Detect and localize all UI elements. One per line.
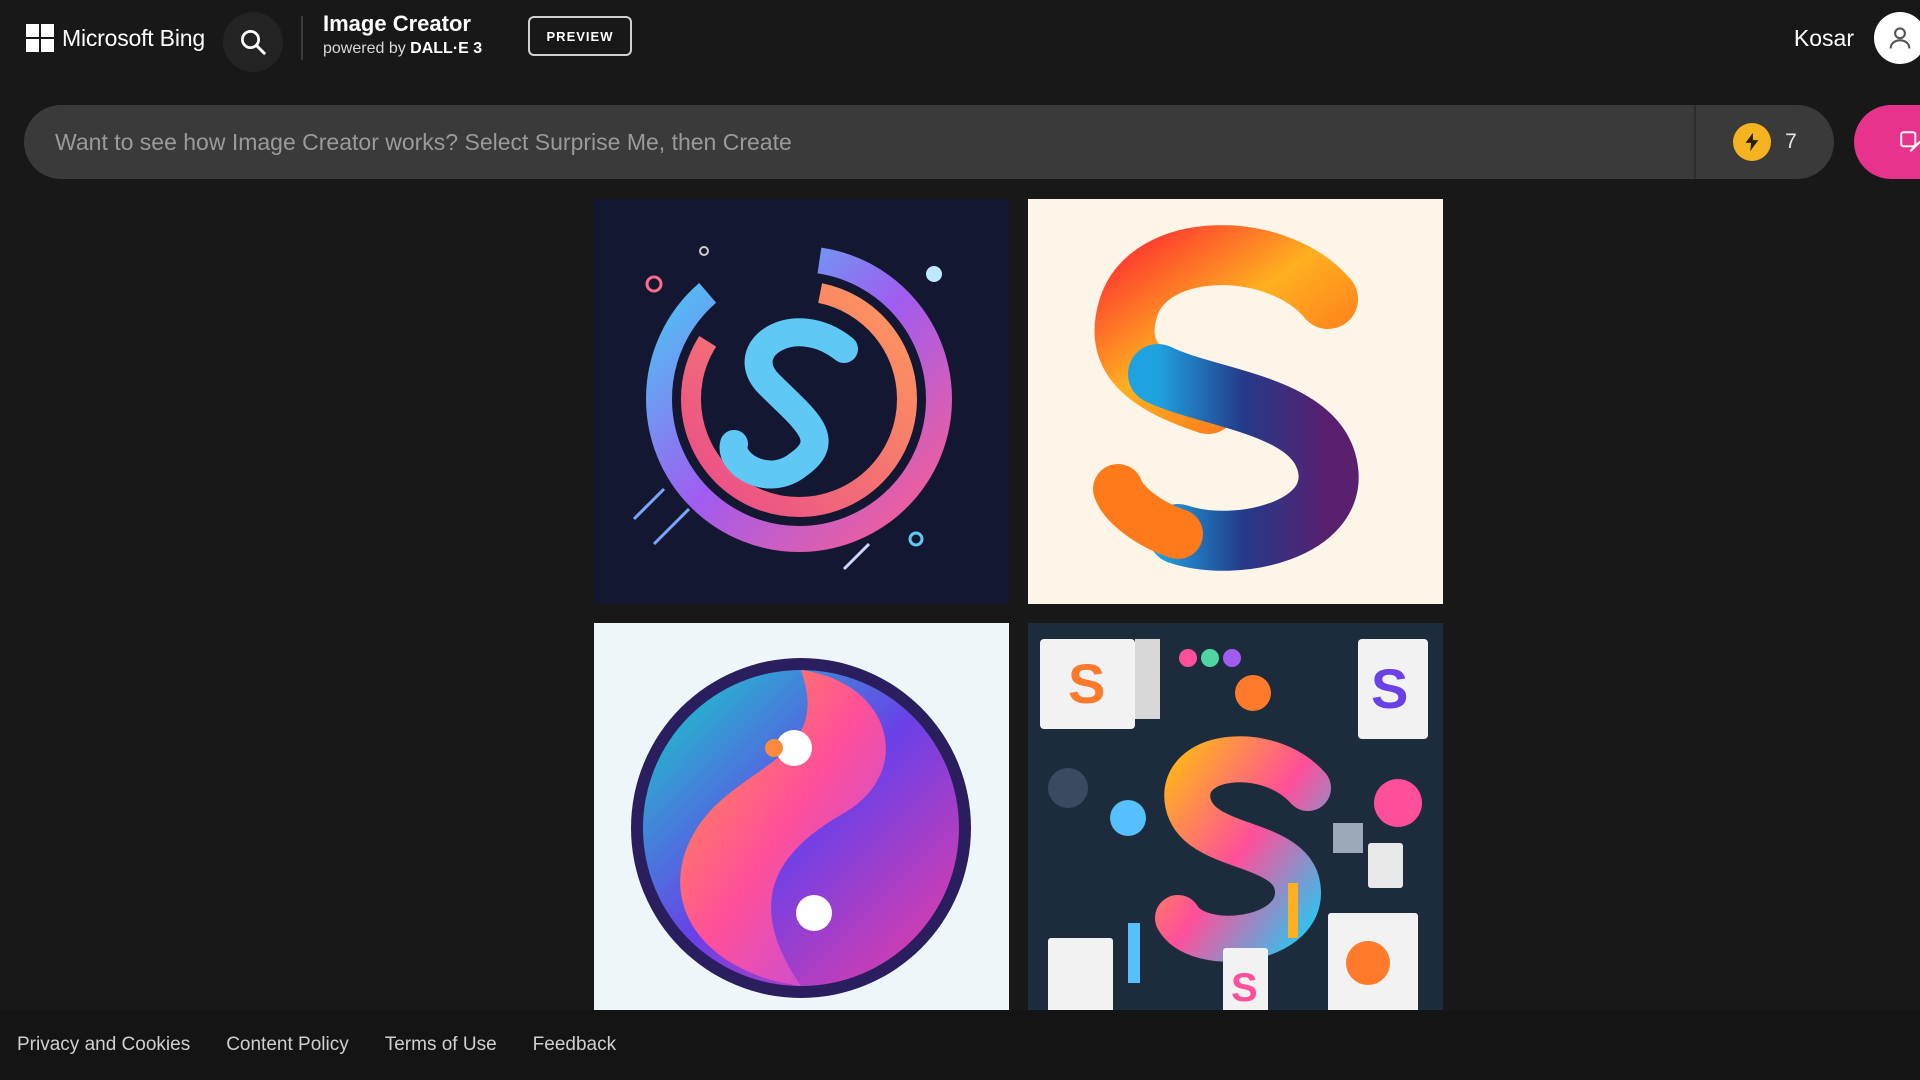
svg-text:S: S [1371,657,1408,720]
footer-link-feedback[interactable]: Feedback [533,1034,616,1056]
powered-by-model: DALL·E 3 [410,40,483,57]
search-icon [241,30,266,55]
windows-logo-icon [26,24,54,52]
footer-link-privacy[interactable]: Privacy and Cookies [17,1034,190,1056]
product-heading: Image Creator powered by DALL·E 3 [323,10,482,60]
prompt-bar: 7 [24,105,1834,179]
brand-label: Microsoft Bing [62,24,205,51]
generated-image-2[interactable] [1028,199,1443,604]
user-name: Kosar [1793,24,1854,51]
header-divider [301,16,303,60]
top-header: Microsoft Bing Image Creator powered by … [0,0,1920,80]
svg-text:S: S [1231,966,1258,1010]
image-artwork [632,246,952,571]
preview-badge-button[interactable]: PREVIEW [528,16,632,56]
user-account[interactable]: Kosar [1794,12,1920,64]
image-artwork [1093,225,1359,571]
footer-link-content-policy[interactable]: Content Policy [226,1034,349,1056]
generated-image-3[interactable] [594,623,1009,1028]
boosts-counter[interactable]: 7 [1696,105,1834,179]
create-button[interactable] [1854,105,1920,179]
lightning-bolt-icon [1733,123,1772,161]
product-title: Image Creator [323,11,471,36]
powered-by-prefix: powered by [323,40,406,57]
create-brush-icon [1900,131,1920,152]
bing-home-link[interactable]: Microsoft Bing [26,22,205,54]
avatar[interactable] [1874,12,1920,64]
footer-link-terms[interactable]: Terms of Use [385,1034,497,1056]
image-artwork: S S S [1040,639,1428,1018]
svg-text:S: S [1068,652,1105,715]
generated-image-1[interactable] [594,199,1009,604]
prompt-input[interactable] [24,105,1694,179]
image-artwork [631,658,971,998]
generated-image-4[interactable]: S S S [1028,623,1443,1028]
footer: Privacy and Cookies Content Policy Terms… [0,1010,1920,1080]
product-subtitle: powered by DALL·E 3 [323,38,482,60]
user-avatar-icon [1889,27,1911,49]
search-button[interactable] [223,12,283,72]
boosts-count: 7 [1785,130,1797,153]
